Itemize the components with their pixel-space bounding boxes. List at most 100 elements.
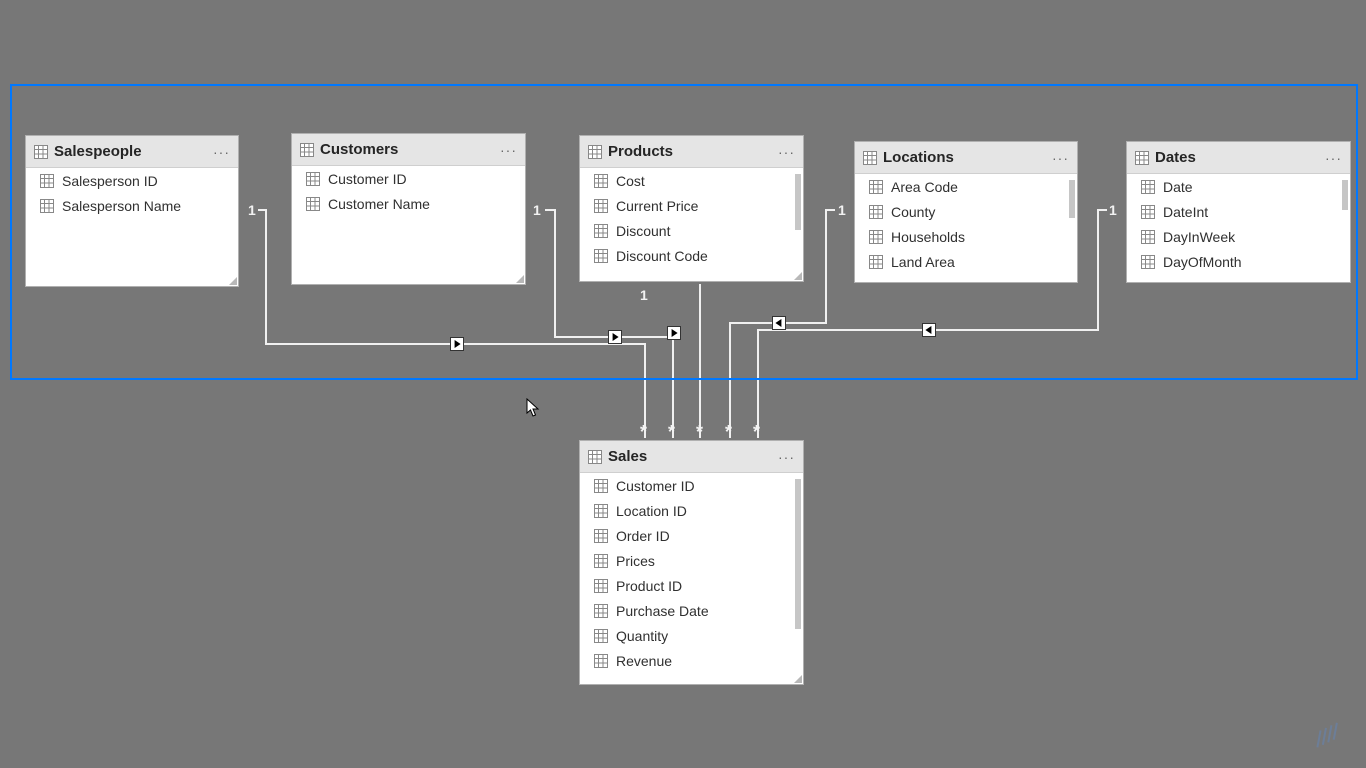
field-label: Salesperson Name (62, 198, 181, 214)
scrollbar[interactable] (1342, 176, 1348, 272)
field-row[interactable]: Purchase Date (580, 598, 803, 623)
table-products[interactable]: Products··· Cost Current Price Discount Disc… (579, 135, 804, 282)
table-options-button[interactable]: ··· (1325, 150, 1342, 166)
filter-direction-icon (772, 316, 786, 330)
table-header[interactable]: Locations··· (855, 142, 1077, 174)
table-title: Customers (320, 141, 500, 158)
field-label: County (891, 204, 935, 220)
field-label: Discount Code (616, 248, 708, 264)
field-row[interactable]: Order ID (580, 523, 803, 548)
table-options-button[interactable]: ··· (500, 142, 517, 158)
cardinality-one: 1 (640, 287, 648, 303)
field-label: Salesperson ID (62, 173, 158, 189)
field-label: DayInWeek (1163, 229, 1235, 245)
field-row[interactable]: Customer ID (292, 166, 525, 191)
table-options-button[interactable]: ··· (778, 144, 795, 160)
field-label: DayOfMonth (1163, 254, 1242, 270)
field-label: Cost (616, 173, 645, 189)
cardinality-one: 1 (838, 202, 846, 218)
field-row[interactable]: DayInWeek (1127, 224, 1350, 249)
field-row[interactable]: Customer ID (580, 473, 803, 498)
field-row[interactable]: Area Code (855, 174, 1077, 199)
filter-direction-icon (450, 337, 464, 351)
table-title: Locations (883, 149, 1052, 166)
cardinality-one: 1 (248, 202, 256, 218)
field-row[interactable]: Salesperson ID (26, 168, 238, 193)
field-row[interactable]: Discount Code (580, 243, 803, 268)
resize-handle-icon[interactable] (227, 275, 237, 285)
field-row[interactable]: Prices (580, 548, 803, 573)
field-list: Salesperson ID Salesperson Name (26, 168, 238, 286)
field-label: Discount (616, 223, 670, 239)
field-row[interactable]: Customer Name (292, 191, 525, 216)
field-list: Customer ID Location ID Order ID Prices Prod… (580, 473, 803, 684)
table-dates[interactable]: Dates··· Date DateInt DayInWeek DayOfMonth (1126, 141, 1351, 283)
table-header[interactable]: Dates··· (1127, 142, 1350, 174)
table-customers[interactable]: Customers··· Customer ID Customer Name (291, 133, 526, 285)
filter-direction-icon (608, 330, 622, 344)
scrollbar[interactable] (795, 170, 801, 271)
table-options-button[interactable]: ··· (213, 144, 230, 160)
table-sales[interactable]: Sales··· Customer ID Location ID Order ID Pr… (579, 440, 804, 685)
resize-handle-icon[interactable] (792, 673, 802, 683)
table-title: Dates (1155, 149, 1325, 166)
table-salespeople[interactable]: Salespeople···Salesperson IDSalesperson … (25, 135, 239, 287)
filter-direction-icon (922, 323, 936, 337)
field-label: Purchase Date (616, 603, 709, 619)
field-label: Quantity (616, 628, 668, 644)
scroll-thumb[interactable] (1342, 180, 1348, 210)
scroll-thumb[interactable] (795, 479, 801, 629)
scrollbar[interactable] (795, 475, 801, 674)
field-row[interactable]: Salesperson Name (26, 193, 238, 218)
field-label: Area Code (891, 179, 958, 195)
field-row[interactable]: Cost (580, 168, 803, 193)
field-label: Customer Name (328, 196, 430, 212)
field-list: Date DateInt DayInWeek DayOfMonth (1127, 174, 1350, 282)
field-row[interactable]: Current Price (580, 193, 803, 218)
table-header[interactable]: Salespeople··· (26, 136, 238, 168)
field-list: Cost Current Price Discount Discount Code (580, 168, 803, 281)
table-title: Salespeople (54, 143, 213, 160)
field-row[interactable]: Date (1127, 174, 1350, 199)
field-label: Households (891, 229, 965, 245)
table-locations[interactable]: Locations··· Area Code County Households Lan… (854, 141, 1078, 283)
field-list: Area Code County Households Land Area (855, 174, 1077, 282)
field-label: Location ID (616, 503, 687, 519)
field-row[interactable]: Discount (580, 218, 803, 243)
field-label: Product ID (616, 578, 682, 594)
field-label: Current Price (616, 198, 698, 214)
table-title: Sales (608, 448, 778, 465)
field-label: Prices (616, 553, 655, 569)
scroll-thumb[interactable] (795, 174, 801, 230)
filter-direction-icon (667, 326, 681, 340)
field-row[interactable]: DateInt (1127, 199, 1350, 224)
field-label: Order ID (616, 528, 670, 544)
field-row[interactable]: Households (855, 224, 1077, 249)
field-row[interactable]: Land Area (855, 249, 1077, 274)
field-row[interactable]: Quantity (580, 623, 803, 648)
field-label: Revenue (616, 653, 672, 669)
table-options-button[interactable]: ··· (1052, 150, 1069, 166)
scroll-thumb[interactable] (1069, 180, 1075, 218)
resize-handle-icon[interactable] (514, 273, 524, 283)
table-options-button[interactable]: ··· (778, 449, 795, 465)
scrollbar[interactable] (1069, 176, 1075, 272)
field-row[interactable]: Location ID (580, 498, 803, 523)
table-header[interactable]: Customers··· (292, 134, 525, 166)
table-header[interactable]: Products··· (580, 136, 803, 168)
field-label: Land Area (891, 254, 955, 270)
resize-handle-icon[interactable] (792, 270, 802, 280)
field-label: Customer ID (328, 171, 407, 187)
cardinality-one: 1 (533, 202, 541, 218)
cardinality-one: 1 (1109, 202, 1117, 218)
field-row[interactable]: Revenue (580, 648, 803, 673)
field-row[interactable]: Product ID (580, 573, 803, 598)
field-label: DateInt (1163, 204, 1208, 220)
table-title: Products (608, 143, 778, 160)
field-label: Customer ID (616, 478, 695, 494)
field-row[interactable]: County (855, 199, 1077, 224)
field-list: Customer ID Customer Name (292, 166, 525, 284)
field-label: Date (1163, 179, 1193, 195)
field-row[interactable]: DayOfMonth (1127, 249, 1350, 274)
table-header[interactable]: Sales··· (580, 441, 803, 473)
